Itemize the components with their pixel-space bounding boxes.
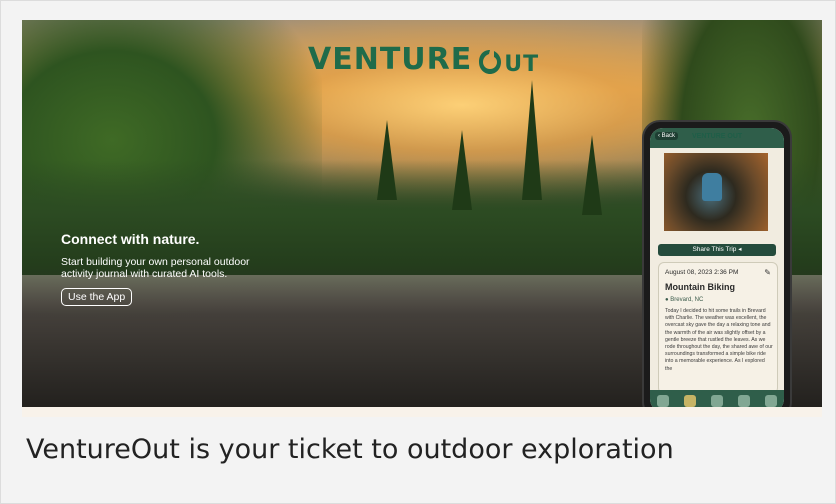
share-trip-button[interactable]: Share This Trip ◂	[658, 244, 776, 256]
share-label: Share This Trip	[692, 246, 737, 253]
hero-banner: VENTURE UT Connect with nature. Start bu…	[22, 20, 822, 407]
hero-bottom-strip	[22, 407, 822, 417]
entry-body: Today I decided to hit some trails in Br…	[665, 308, 773, 372]
journal-entry-card: August 08, 2023 2:36 PM ✎ Mountain Bikin…	[658, 262, 778, 394]
logo-o-icon	[479, 50, 502, 74]
trip-photo	[664, 153, 768, 231]
page-frame: VENTURE UT Connect with nature. Start bu…	[0, 0, 836, 504]
logo-text-venture: VENTURE	[308, 42, 473, 77]
phone-screen: ‹ Back VENTURE OUT Share This Trip ◂ Aug…	[650, 128, 784, 407]
phone-mockup: ‹ Back VENTURE OUT Share This Trip ◂ Aug…	[642, 120, 792, 407]
pine-tree	[582, 135, 602, 215]
entry-title: Mountain Biking	[665, 282, 735, 292]
hero-tagline: Connect with nature. Start building your…	[61, 231, 281, 306]
location-text: Brevard, NC	[670, 297, 704, 303]
phone-app-logo: VENTURE OUT	[692, 133, 743, 140]
logo-icon[interactable]	[710, 395, 723, 407]
hero-description: Start building your own personal outdoor…	[61, 256, 250, 280]
phone-bottom-nav	[650, 390, 784, 407]
pine-tree	[452, 130, 472, 210]
edit-pencil-icon[interactable]: ✎	[764, 268, 771, 277]
entry-date: August 08, 2023 2:36 PM	[665, 269, 739, 276]
phone-header: ‹ Back VENTURE OUT	[650, 128, 784, 148]
logo-text-ut: UT	[504, 52, 540, 77]
journal-icon[interactable]	[684, 395, 697, 407]
venture-out-logo: VENTURE UT	[308, 42, 539, 77]
location-pin-icon: ●	[665, 297, 669, 303]
use-the-app-button[interactable]: Use the App	[61, 288, 133, 306]
page-caption: VentureOut is your ticket to outdoor exp…	[26, 434, 674, 465]
map-icon[interactable]	[657, 395, 670, 407]
hero-headline: Connect with nature.	[61, 231, 200, 247]
back-label: Back	[661, 133, 676, 139]
share-icon: ◂	[738, 246, 742, 253]
profile-icon[interactable]	[764, 395, 777, 407]
pine-tree	[377, 120, 397, 200]
pine-tree	[522, 80, 542, 200]
trail-icon[interactable]	[737, 395, 750, 407]
back-button[interactable]: ‹ Back	[655, 132, 679, 140]
biker-figure	[702, 173, 722, 201]
entry-location: ● Brevard, NC	[665, 297, 703, 303]
